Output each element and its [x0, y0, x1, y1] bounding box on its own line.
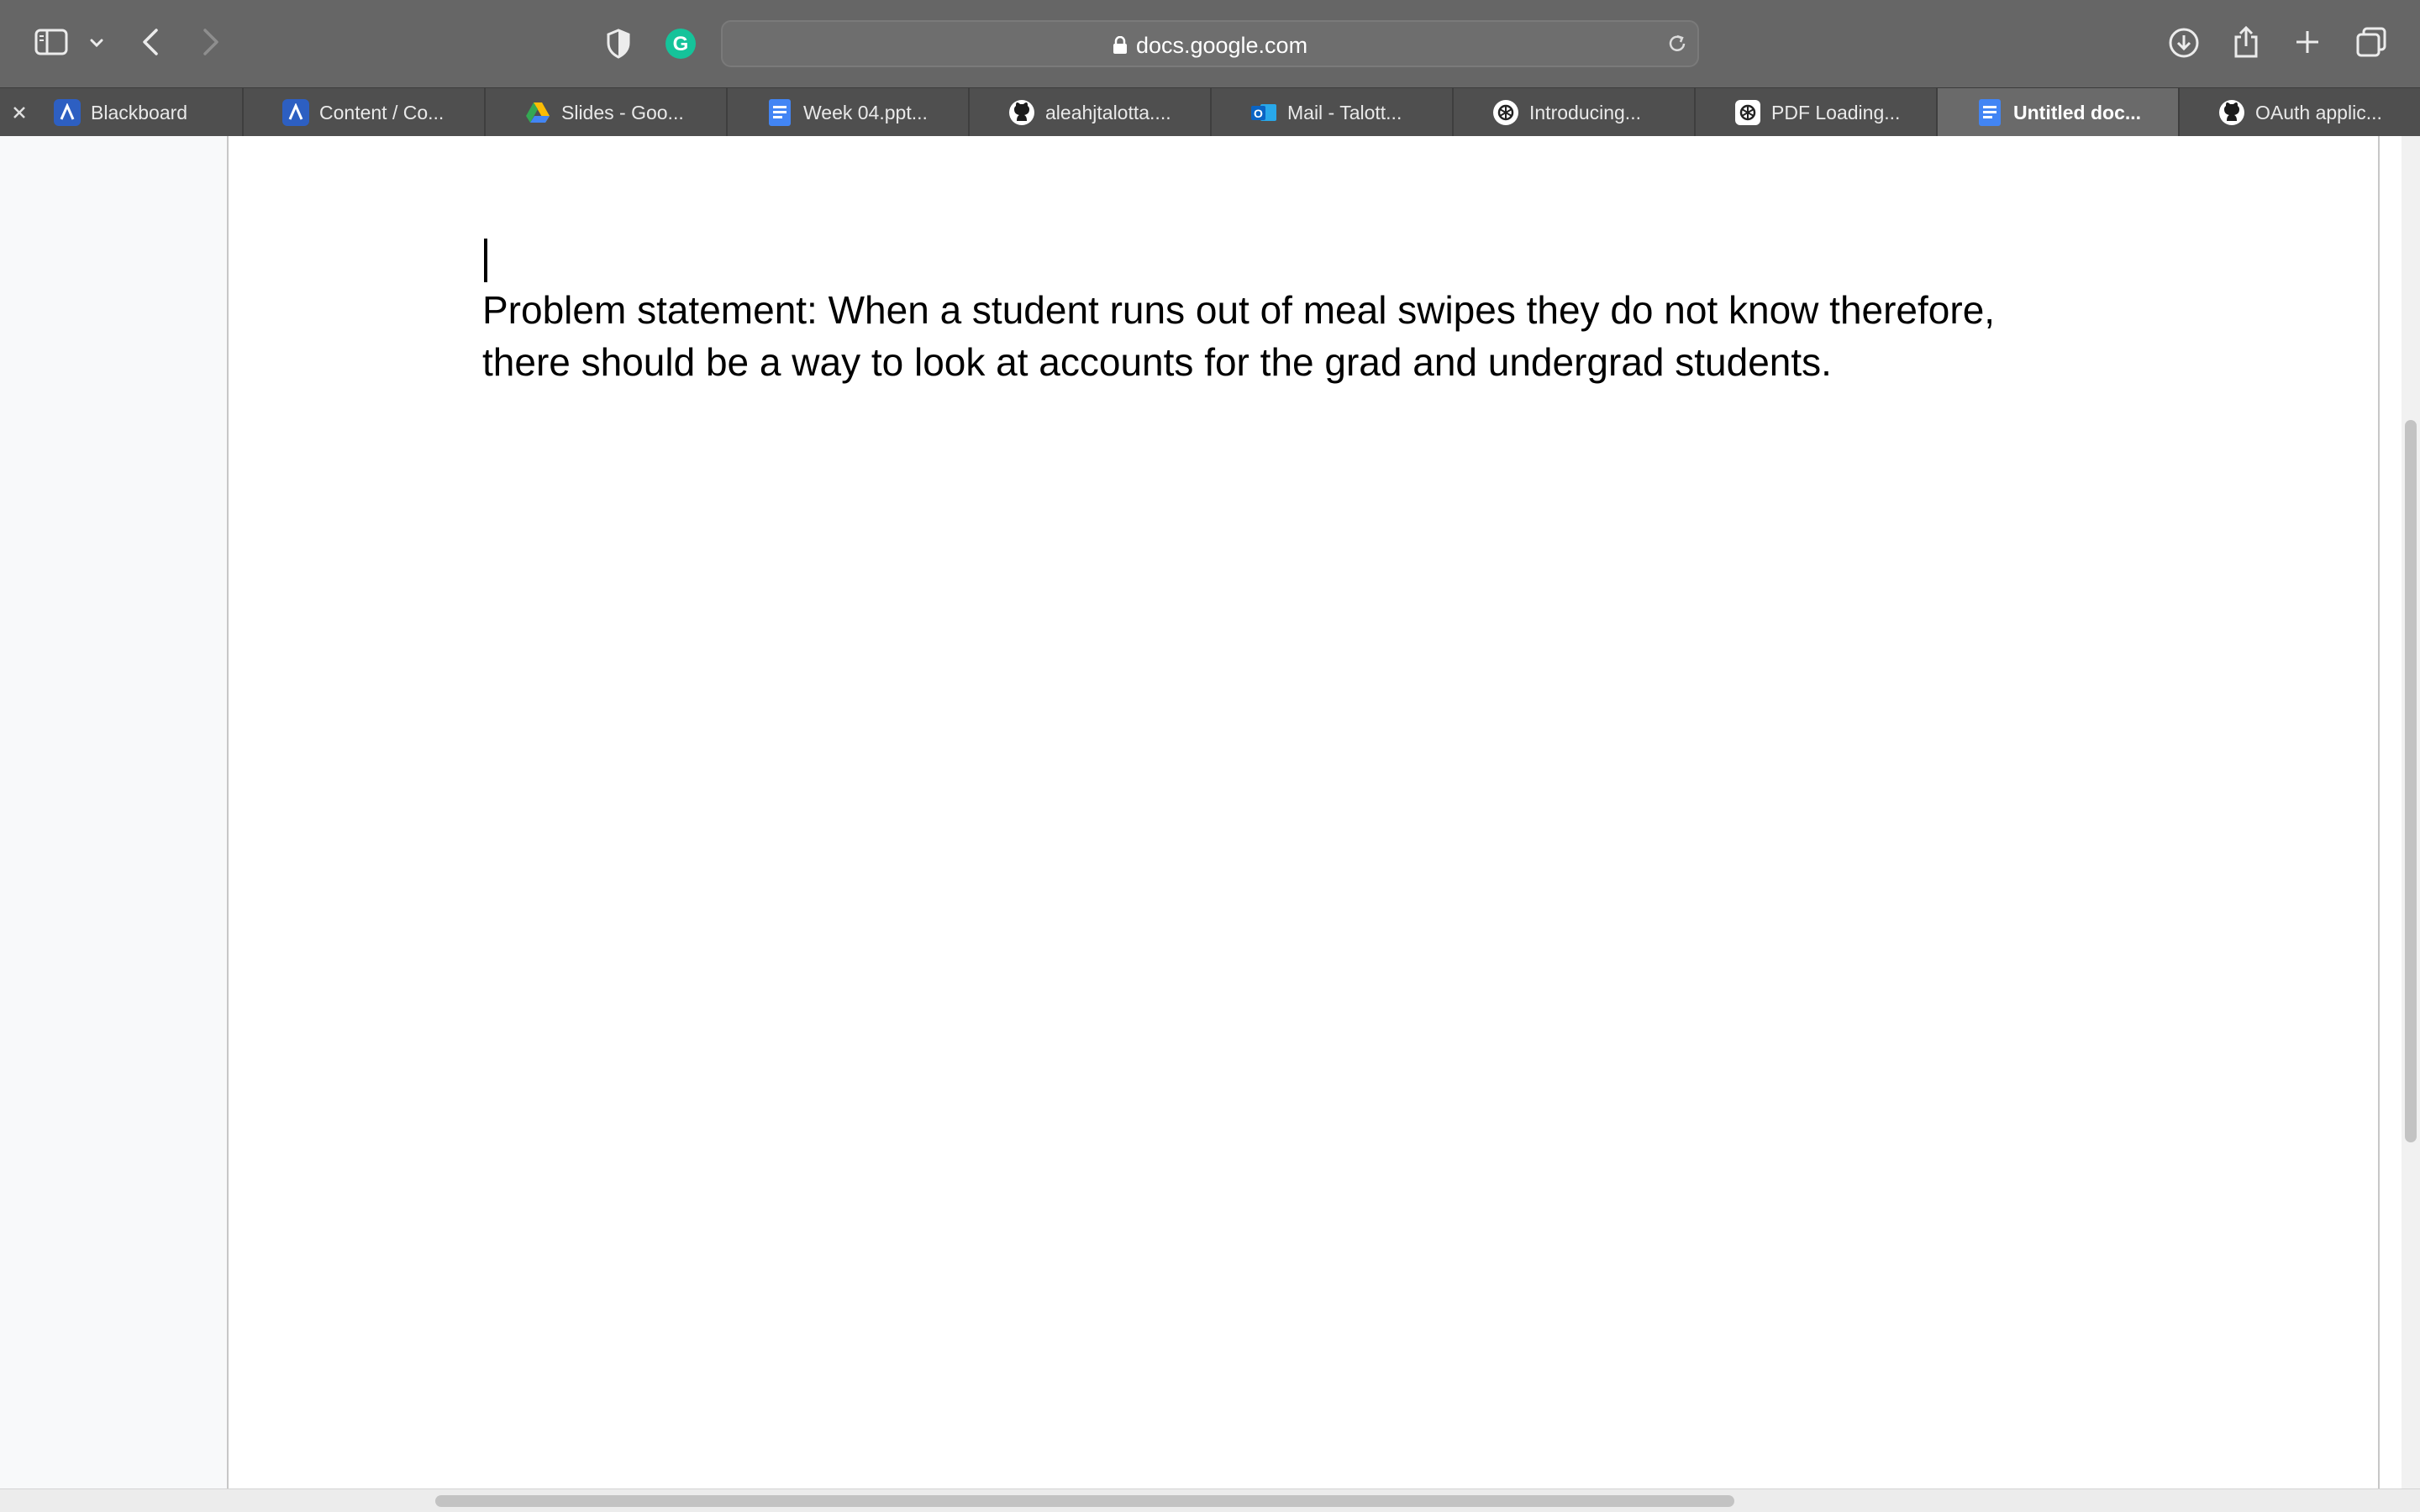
text-cursor [484, 239, 487, 282]
google-drive-icon [524, 99, 551, 126]
tab-pdf-loading[interactable]: PDF Loading... [1696, 88, 1938, 137]
blackboard-icon [282, 99, 309, 126]
tab-content[interactable]: Content / Co... [244, 88, 486, 137]
address-bar[interactable]: docs.google.com [721, 20, 1699, 67]
github-icon [2218, 99, 2245, 126]
browser-toolbar: G docs.google.com [0, 0, 2420, 87]
sidebar-toggle-icon[interactable] [34, 27, 69, 57]
horizontal-scroll-thumb[interactable] [435, 1495, 1734, 1507]
back-icon[interactable] [138, 25, 163, 59]
openai-icon [1734, 99, 1761, 126]
address-text: docs.google.com [1135, 32, 1308, 58]
document-left-margin [0, 136, 229, 1488]
tab-untitled-doc[interactable]: Untitled doc... [1938, 88, 2180, 137]
grammarly-icon[interactable]: G [664, 27, 697, 60]
tab-oauth[interactable]: OAuth applic... [2180, 88, 2420, 137]
horizontal-scrollbar[interactable] [0, 1488, 2420, 1512]
tab-slides[interactable]: Slides - Goo... [486, 88, 728, 137]
google-docs-icon [1976, 99, 2003, 126]
privacy-shield-icon[interactable] [603, 27, 634, 60]
tab-introducing[interactable]: Introducing... [1454, 88, 1696, 137]
google-docs-icon [766, 99, 793, 126]
tab-mail[interactable]: O Mail - Talott... [1212, 88, 1454, 137]
vertical-scroll-thumb[interactable] [2405, 420, 2417, 1142]
tab-week04[interactable]: Week 04.ppt... [728, 88, 970, 137]
new-tab-icon[interactable] [2292, 27, 2323, 57]
tab-github-aleah[interactable]: aleahjtalotta.... [970, 88, 1212, 137]
lock-icon [1113, 36, 1128, 55]
tab-blackboard[interactable]: Blackboard [0, 88, 244, 137]
tab-overview-icon[interactable] [2354, 25, 2388, 59]
vertical-scrollbar[interactable] [2402, 136, 2420, 1488]
forward-icon[interactable] [198, 25, 224, 59]
outlook-icon: O [1250, 99, 1277, 126]
tab-bar: Blackboard Content / Co... Slides - Goo.… [0, 87, 2420, 137]
github-icon [1008, 99, 1035, 126]
svg-text:O: O [1254, 107, 1263, 120]
reload-icon[interactable] [1665, 32, 1689, 60]
downloads-icon[interactable] [2166, 25, 2202, 60]
blackboard-icon [54, 99, 81, 126]
openai-icon [1492, 99, 1519, 126]
svg-text:G: G [673, 33, 689, 55]
share-icon[interactable] [2230, 24, 2262, 60]
chevron-down-icon[interactable] [87, 34, 106, 52]
document-body-text[interactable]: Problem statement: When a student runs o… [482, 284, 2062, 388]
